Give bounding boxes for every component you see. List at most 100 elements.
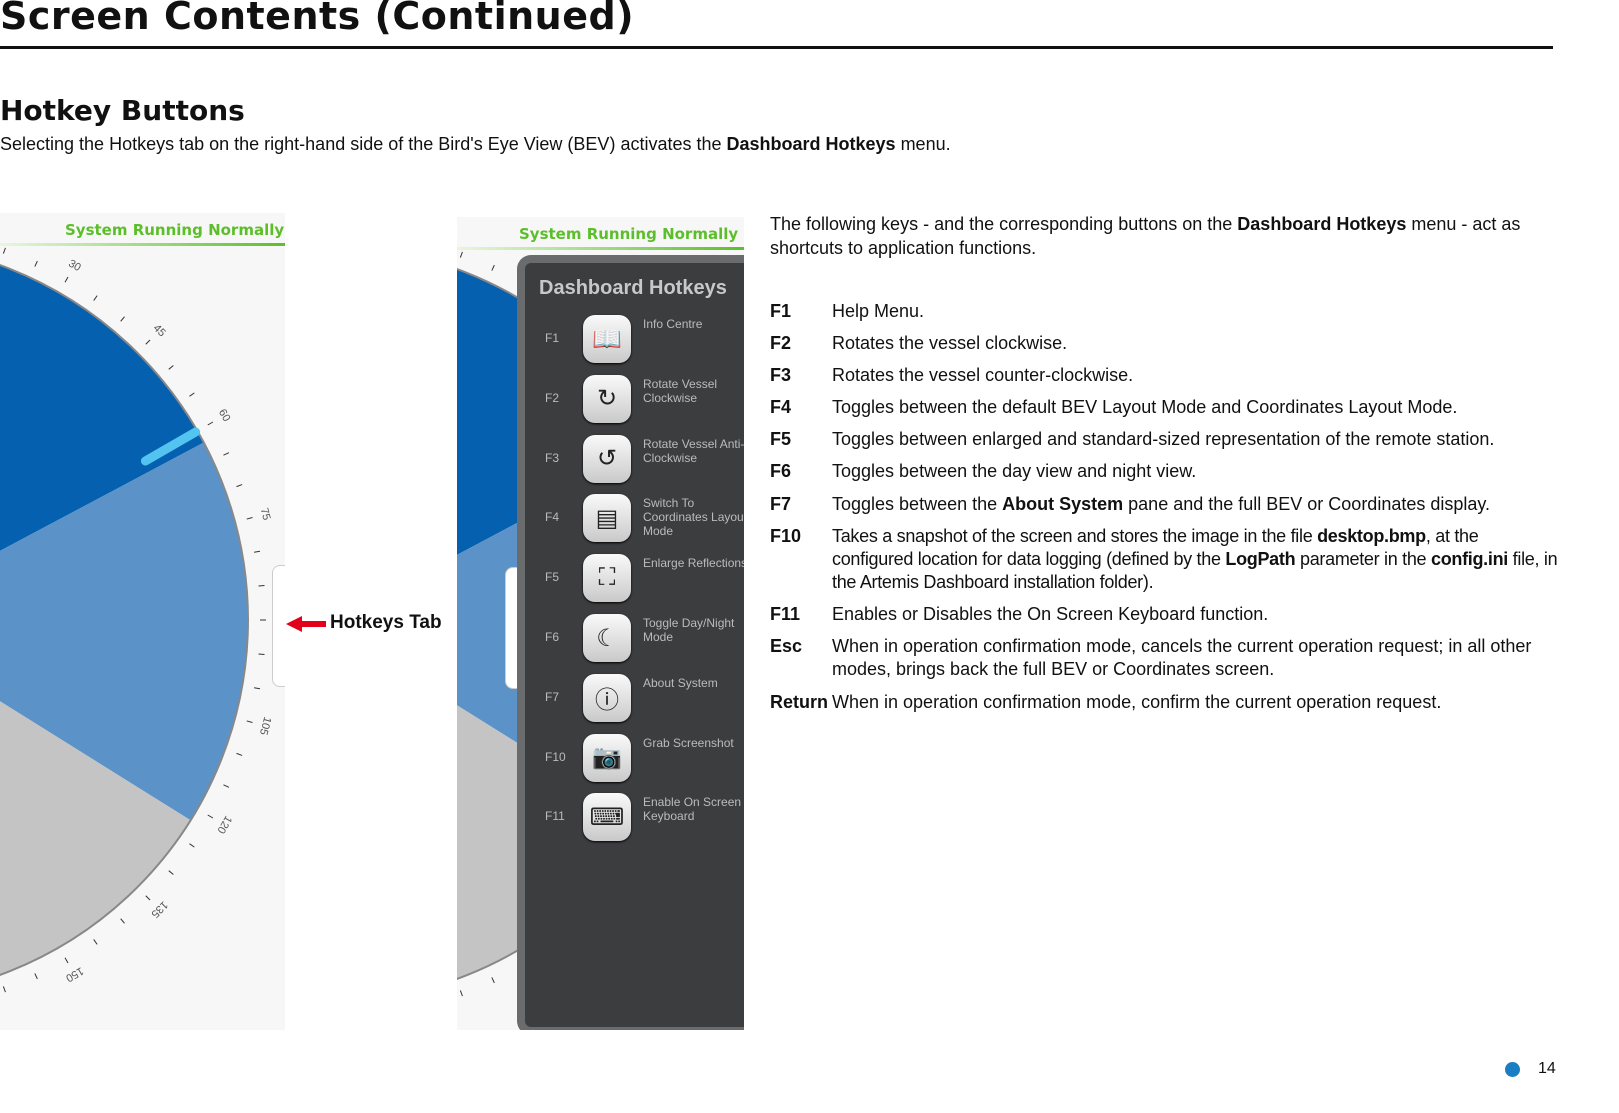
dial-tick	[236, 484, 243, 488]
key-description: Toggles between the default BEV Layout M…	[832, 396, 1562, 419]
dial-tick-label: 135	[148, 898, 169, 919]
key-description: When in operation confirmation mode, con…	[832, 691, 1562, 714]
info-icon[interactable]: ⓘ	[583, 673, 631, 722]
hotkey-label: Enable On Screen Keyboard	[643, 795, 742, 824]
text: Rotates the vessel clockwise.	[832, 333, 1068, 353]
text: Help Menu.	[832, 301, 925, 321]
text: When in operation confirmation mode, con…	[832, 692, 1442, 712]
dial-tick	[189, 843, 195, 848]
hotkey-f1[interactable]: F1 📖 Info Centre	[525, 313, 744, 367]
bold-text: LogPath	[1225, 549, 1296, 569]
intro-bold: Dashboard Hotkeys	[726, 134, 896, 154]
hotkey-f3[interactable]: F3 ↺ Rotate Vessel Anti-Clockwise	[525, 433, 744, 487]
text: The following keys - and the correspondi…	[770, 214, 1238, 234]
layout-icon[interactable]: ▤	[583, 494, 631, 543]
key-name: F10	[770, 526, 802, 546]
intro-part: Selecting the Hotkeys tab on the right-h…	[0, 134, 727, 154]
text: When in operation confirmation mode, can…	[832, 636, 1532, 679]
key-description: Rotates the vessel clockwise.	[832, 332, 1562, 355]
keyboard-icon[interactable]: ⌨	[583, 793, 631, 842]
page-title: Screen Contents (Continued)	[0, 0, 635, 38]
hotkey-label: Switch To Coordinates Layout Mode	[643, 496, 744, 539]
dial-tick	[93, 939, 98, 945]
dial-tick-label: 75	[258, 507, 273, 522]
key-description: Takes a snapshot of the screen and store…	[832, 525, 1562, 594]
intro-text: Selecting the Hotkeys tab on the right-h…	[0, 134, 951, 155]
page-number: 14	[1538, 1060, 1556, 1077]
key-name: F11	[770, 604, 801, 624]
hotkey-label: Toggle Day/Night Mode	[643, 616, 735, 644]
rotate-ccw-icon[interactable]: ↺	[583, 434, 631, 483]
key-name: F2	[770, 333, 792, 353]
hotkey-f2[interactable]: F2 ↻ Rotate Vessel Clockwise	[525, 373, 744, 427]
rotate-cw-icon[interactable]: ↻	[583, 374, 631, 423]
dial-tick	[223, 452, 230, 456]
hotkey-f4[interactable]: F4 ▤ Switch To Coordinates Layout Mode	[525, 492, 744, 546]
dial-tick	[491, 264, 495, 271]
hotkey-key: F4	[545, 510, 560, 525]
text: Toggles between the default BEV Layout M…	[832, 397, 1458, 417]
hotkey-f5[interactable]: F5 ⛶ Enlarge Reflections	[525, 552, 744, 606]
dial-tick	[258, 653, 265, 656]
hotkey-key: F5	[545, 570, 560, 585]
dial-tick	[168, 365, 174, 370]
hotkey-key: F3	[545, 450, 560, 465]
dial-tick	[246, 517, 253, 520]
hotkeys-tab[interactable]	[272, 565, 285, 687]
dial-tick	[145, 895, 151, 901]
dial: 3045607590105120135150	[0, 247, 285, 993]
dial-tick	[2, 247, 6, 254]
dial-tick	[253, 687, 261, 690]
text: Toggles between the	[832, 494, 1003, 514]
dial-tick-label: 150	[64, 964, 86, 984]
hotkey-f11[interactable]: F11 ⌨ Enable On Screen Keyboard	[525, 791, 744, 845]
key-description: Help Menu.	[832, 300, 1562, 323]
key-name: F5	[770, 429, 792, 449]
text: parameter in the	[1295, 549, 1431, 569]
hotkey-key: F11	[545, 809, 565, 824]
dial-tick-label: 105	[257, 715, 273, 736]
bold-text: Dashboard Hotkeys	[1237, 214, 1407, 234]
key-description: Toggles between the About System pane an…	[832, 493, 1562, 516]
title-divider	[0, 46, 1553, 49]
hotkey-label: About System	[643, 675, 718, 690]
bold-text: config.ini	[1430, 549, 1508, 569]
text: Enables or Disables the On Screen Keyboa…	[832, 604, 1269, 624]
hotkey-label: Grab Screenshot	[643, 735, 734, 750]
key-name: F1	[770, 301, 792, 321]
dial-tick	[189, 392, 195, 397]
dashboard-hotkeys-menu: Dashboard Hotkeys F1 📖 Info Centre F2 ↻ R…	[517, 255, 744, 1030]
description-intro: The following keys - and the correspondi…	[770, 212, 1570, 260]
dial-tick-label: 120	[214, 814, 234, 836]
dial-tick	[64, 957, 69, 964]
dial-tick	[236, 752, 243, 756]
key-description: Rotates the vessel counter-clockwise.	[832, 364, 1562, 387]
hotkeys-tab-callout: Hotkeys Tab	[330, 612, 442, 633]
dial-tick	[459, 251, 463, 258]
hotkey-f10[interactable]: F10 📷 Grab Screenshot	[525, 732, 744, 786]
dial-tick	[246, 720, 253, 723]
dial-tick	[64, 276, 69, 283]
hotkey-key: F1	[545, 331, 560, 345]
key-description: Enables or Disables the On Screen Keyboa…	[832, 603, 1562, 626]
dial-tick	[207, 421, 214, 426]
enlarge-icon[interactable]: ⛶	[583, 554, 631, 603]
hotkey-key: F7	[545, 689, 560, 704]
key-name: Return	[770, 692, 828, 712]
hotkey-label: Enlarge Reflections	[643, 556, 744, 571]
dial-tick-label: 30	[66, 258, 83, 275]
dial-tick	[2, 986, 6, 993]
hotkey-label: Rotate Vessel Clockwise	[643, 376, 718, 405]
book-icon[interactable]: 📖	[583, 315, 631, 363]
camera-icon[interactable]: 📷	[583, 733, 631, 782]
text: Takes a snapshot of the screen and store…	[832, 526, 1318, 546]
bold-text: desktop.bmp	[1317, 526, 1426, 546]
hotkey-f6[interactable]: F6 ☾ Toggle Day/Night Mode	[525, 612, 744, 666]
dial-tick	[93, 295, 98, 301]
hotkey-key: F10	[545, 749, 566, 764]
bev-screenshot: System Running Normally 3045607590105120…	[0, 213, 285, 1030]
day-night-icon[interactable]: ☾	[583, 614, 631, 662]
hotkeys-screenshot: System Running Normally 3045607590105120…	[457, 217, 744, 1030]
dial-tick	[145, 339, 151, 345]
hotkey-f7[interactable]: F7 ⓘ About System	[525, 672, 744, 726]
